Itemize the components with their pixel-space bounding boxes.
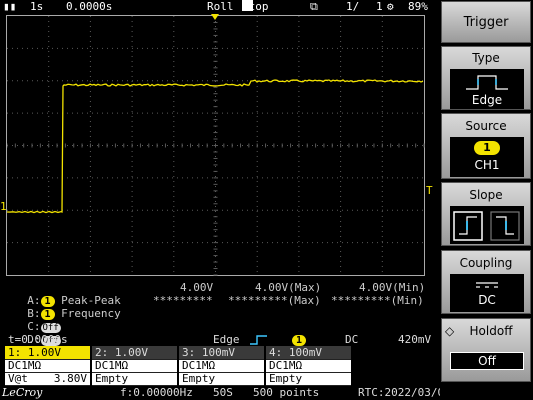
brand-logo: LeCroy — [2, 386, 43, 399]
channel-2-coupling: DC1MΩ — [92, 360, 177, 372]
trigger-menu-panel: Trigger Type Edge Source 1 CH1 Slope Cou… — [440, 0, 533, 400]
rising-slope-icon — [453, 211, 483, 241]
channel-4-extra: Empty — [266, 373, 351, 385]
acq-mode: Roll — [207, 0, 234, 13]
slope-options — [450, 206, 524, 244]
trigger-coupling-value-box: DC — [450, 274, 524, 312]
delay-value: 0.0000s — [66, 0, 113, 13]
frequency-readout: f:0.00000Hz — [120, 386, 193, 399]
channel-3-cell[interactable]: 3: 100mV DC1MΩ Empty — [179, 346, 265, 386]
edge-type-icon — [466, 75, 508, 90]
trigger-coupling: DC — [345, 333, 359, 346]
trigger-coupling-button[interactable]: Coupling DC — [441, 250, 531, 314]
rising-edge-icon — [250, 335, 267, 345]
trigger-source-button[interactable]: Source 1 CH1 — [441, 113, 531, 179]
channel-4-cell[interactable]: 4: 100mV DC1MΩ Empty — [266, 346, 352, 386]
measurement-a-min: 4.00V(Min) — [359, 281, 426, 294]
dc-coupling-icon — [476, 282, 498, 288]
sample-rate: 50S — [213, 386, 233, 399]
trigger-time: t=0.0000s — [8, 333, 68, 346]
settings-icon: ⚙ — [387, 0, 394, 13]
trigger-type-value-box: Edge — [450, 69, 524, 109]
trigger-coupling-value: DC — [478, 293, 496, 307]
channel-3-extra: Empty — [179, 373, 264, 385]
channel-1-coupling: DC1MΩ — [5, 360, 90, 372]
holdoff-value: Off — [478, 354, 496, 368]
falling-slope-icon — [490, 211, 520, 241]
trigger-channel: 1 — [292, 333, 307, 346]
measurement-b-max: *********(Max) — [228, 294, 321, 307]
slope-icons — [453, 211, 520, 241]
channel-1-extra: V@t 3.80V — [5, 373, 90, 385]
waveform-display[interactable] — [6, 15, 425, 276]
status-bar: ▮▮ 1s 0.0000s Roll Stop ⧉ 1/ 1 ⚙ 89% — [0, 0, 440, 14]
timebase-value: 1s — [30, 0, 44, 13]
channel-2-extra: Empty — [92, 373, 177, 385]
measurement-b-value: ********* — [153, 294, 213, 307]
channel-4-scale: 4: 100mV — [266, 346, 351, 359]
measurement-a-max: 4.00V(Max) — [255, 281, 322, 294]
channel-table: 1: 1.00V DC1MΩ V@t 3.80V 2: 1.00V DC1MΩ E… — [5, 346, 352, 386]
trigger-slope-button[interactable]: Slope — [441, 182, 531, 246]
run-indicator-icon: ▮▮ — [3, 0, 17, 13]
channel-2-cell[interactable]: 2: 1.00V DC1MΩ Empty — [92, 346, 178, 386]
waveform-grid — [7, 16, 425, 276]
holdoff-diamond-icon: ◇ — [445, 324, 455, 338]
trigger-source-value: CH1 — [474, 158, 500, 172]
channel-2-scale: 2: 1.00V — [92, 346, 177, 359]
channel-3-coupling: DC1MΩ — [179, 360, 264, 372]
channel-4-coupling: DC1MΩ — [266, 360, 351, 372]
battery-count: 1 — [376, 0, 383, 13]
trigger-position-marker — [211, 14, 219, 20]
source-channel-pill: 1 — [474, 141, 500, 155]
channel-1-cell[interactable]: 1: 1.00V DC1MΩ V@t 3.80V — [5, 346, 91, 386]
pages-icon: ⧉ — [310, 0, 318, 13]
channel-1-scale: 1: 1.00V — [5, 346, 90, 359]
holdoff-value-box: Off — [450, 352, 524, 370]
trigger-menu-title[interactable]: Trigger — [441, 1, 531, 43]
trigger-type: Edge — [213, 333, 240, 346]
page-indicator: 1/ — [346, 0, 360, 13]
channel-1-marker: 1 — [0, 200, 7, 213]
record-length: 500 points — [253, 386, 320, 399]
battery-percent: 89% — [408, 0, 428, 13]
trigger-type-button[interactable]: Type Edge — [441, 46, 531, 110]
trigger-type-value: Edge — [471, 93, 503, 107]
trigger-level-marker: T — [426, 184, 433, 197]
channel-3-scale: 3: 100mV — [179, 346, 264, 359]
trigger-source-value-box: 1 CH1 — [450, 137, 524, 177]
trigger-level: 420mV — [398, 333, 432, 346]
measurement-b-min: *********(Min) — [331, 294, 424, 307]
trigger-holdoff-button[interactable]: ◇ Holdoff Off — [441, 318, 531, 382]
measurement-a-value: 4.00V — [180, 281, 214, 294]
